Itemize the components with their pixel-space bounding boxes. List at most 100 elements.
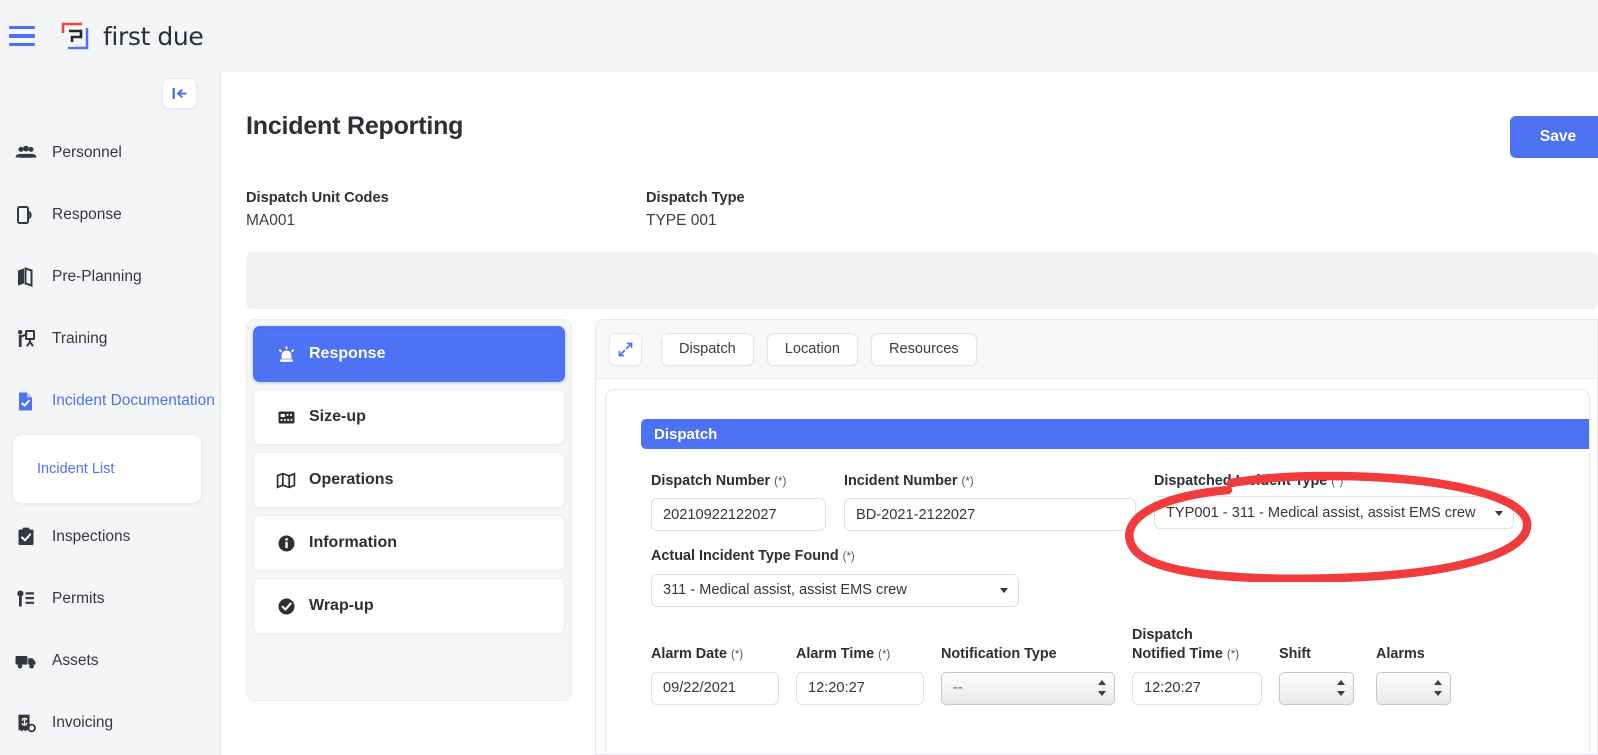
people-icon [13,140,39,166]
clipboard-check-icon [13,524,39,550]
chevron-down-icon [1000,588,1008,594]
brand[interactable]: first due [60,21,204,51]
top-bar: first due [0,0,1598,72]
sidebar-item-label: Pre-Planning [52,268,142,285]
label-text: Dispatch Number [651,473,771,489]
sidebar-item-invoicing[interactable]: Invoicing [0,692,220,754]
field-alarm-time: Alarm Time (*) [796,645,924,705]
required-marker: (*) [774,476,787,488]
selected-value: TYP001 - 311 - Medical assist, assist EM… [1166,504,1476,521]
dispatch-panel: Dispatch Location Resources Dispatch Dis… [595,319,1598,755]
field-shift: Shift [1279,645,1354,705]
sidebar-item-label: Response [52,206,122,223]
sidebar-item-label: Invoicing [52,714,114,731]
section-header-dispatch: Dispatch [641,419,1589,449]
save-button[interactable]: Save [1510,116,1598,158]
sidebar-item-inspections[interactable]: Inspections [0,506,220,568]
incident-number-input[interactable] [844,498,1136,532]
map-icon [276,470,296,490]
check-circle-icon [276,596,296,616]
panel-tabs: Dispatch Location Resources [661,332,977,366]
dispatch-card: Dispatch Dispatch Number (*) 20210922122… [605,389,1590,754]
sidebar-item-incident-list[interactable]: Incident List [13,461,201,477]
required-marker: (*) [1226,649,1240,662]
alarm-date-input[interactable] [651,671,779,705]
label-text: Dispatched Incident Type [1154,473,1328,489]
field-notification-type: Notification Type -- [941,645,1115,705]
actual-incident-type-select[interactable]: 311 - Medical assist, assist EMS crew [651,573,1019,607]
sidebar-item-incident-documentation[interactable]: Incident Documentation [0,370,220,432]
field-label: Dispatch Number (*) [651,472,826,491]
field-label: Shift [1279,645,1354,664]
tab-resources[interactable]: Resources [870,332,977,366]
first-due-logo-icon [60,21,90,51]
sidebar-item-label: Personnel [52,144,122,161]
step-information[interactable]: Information [253,515,565,571]
label-text: Incident Number [844,473,958,489]
field-dispatch-notified-time: Dispatch Notified Time (*) [1132,626,1262,705]
sidebar-item-personnel[interactable]: Personnel [0,122,220,184]
step-label: Response [309,345,386,362]
step-operations[interactable]: Operations [253,452,565,508]
brand-name: first due [103,21,204,51]
label-text: Notification Type [941,646,1057,663]
toolbar-placeholder-bar [246,252,1598,309]
field-label: Incident Number (*) [844,472,1136,491]
step-response[interactable]: Response [253,326,565,382]
training-presenter-icon [13,326,39,352]
sidebar-item-label: Training [52,330,108,347]
sidebar-item-label: Assets [52,652,99,669]
sidebar-item-training[interactable]: Training [0,308,220,370]
meta-dispatch-unit-codes: Dispatch Unit Codes MA001 [246,190,646,230]
sidebar-nav: Personnel Response Pre-Planning Training… [0,122,220,754]
meta-label: Dispatch Type [646,190,745,206]
sizeup-grid-icon [276,407,296,427]
section-title: Dispatch [654,425,718,443]
field-dispatch-number: Dispatch Number (*) [651,472,826,532]
alarms-select[interactable] [1376,671,1451,705]
field-dispatched-incident-type: Dispatched Incident Type (*) TYP001 - 31… [1154,472,1514,530]
dispatched-incident-type-select[interactable]: TYP001 - 311 - Medical assist, assist EM… [1154,496,1514,530]
meta-value: TYPE 001 [646,212,717,229]
field-actual-incident-type-found: Actual Incident Type Found (*) 311 - Med… [651,547,1019,607]
dispatch-form: Dispatch Number (*) Incident Number (*) [651,472,1589,705]
tab-dispatch[interactable]: Dispatch [661,332,754,366]
response-device-icon [13,202,39,228]
meta-value: MA001 [246,212,296,229]
field-label: Dispatch Notified Time (*) [1132,626,1244,665]
step-wrap-up[interactable]: Wrap-up [253,578,565,634]
collapse-sidebar-icon[interactable] [162,78,197,109]
step-label: Operations [309,471,394,488]
notification-type-select[interactable]: -- [941,671,1115,705]
sidebar-submenu: Incident List [13,435,201,503]
sidebar-item-label: Incident Documentation [52,392,215,409]
step-size-up[interactable]: Size-up [253,389,565,445]
label-text: Shift [1279,646,1311,663]
sidebar: Personnel Response Pre-Planning Training… [0,72,221,755]
label-text: Dispatch Notified Time [1132,626,1223,663]
select-spinner-icon [1336,680,1345,697]
alarm-time-input[interactable] [796,671,924,705]
main-content: Incident Reporting Save Dispatch Unit Co… [221,72,1598,755]
field-incident-number: Incident Number (*) [844,472,1136,532]
panel-body: Dispatch Dispatch Number (*) 20210922122… [596,379,1597,754]
expand-diagonal-icon[interactable] [609,332,642,366]
shift-select[interactable] [1279,671,1354,705]
tab-location[interactable]: Location [766,332,858,366]
sidebar-item-permits[interactable]: Permits [0,568,220,630]
field-label: Alarms [1376,645,1451,664]
key-list-icon [13,586,39,612]
sidebar-item-response[interactable]: Response [0,184,220,246]
field-alarms: Alarms [1376,645,1451,705]
sidebar-item-pre-planning[interactable]: Pre-Planning [0,246,220,308]
required-marker: (*) [878,649,891,662]
hamburger-menu-icon[interactable] [9,26,35,46]
siren-icon [276,344,296,364]
step-label: Information [309,534,397,551]
dispatch-number-input[interactable] [651,498,826,532]
required-marker: (*) [1331,476,1344,488]
dispatch-notified-time-input[interactable] [1132,671,1262,705]
label-text: Alarm Time [796,646,875,663]
sidebar-item-label: Permits [52,590,105,607]
sidebar-item-assets[interactable]: Assets [0,630,220,692]
